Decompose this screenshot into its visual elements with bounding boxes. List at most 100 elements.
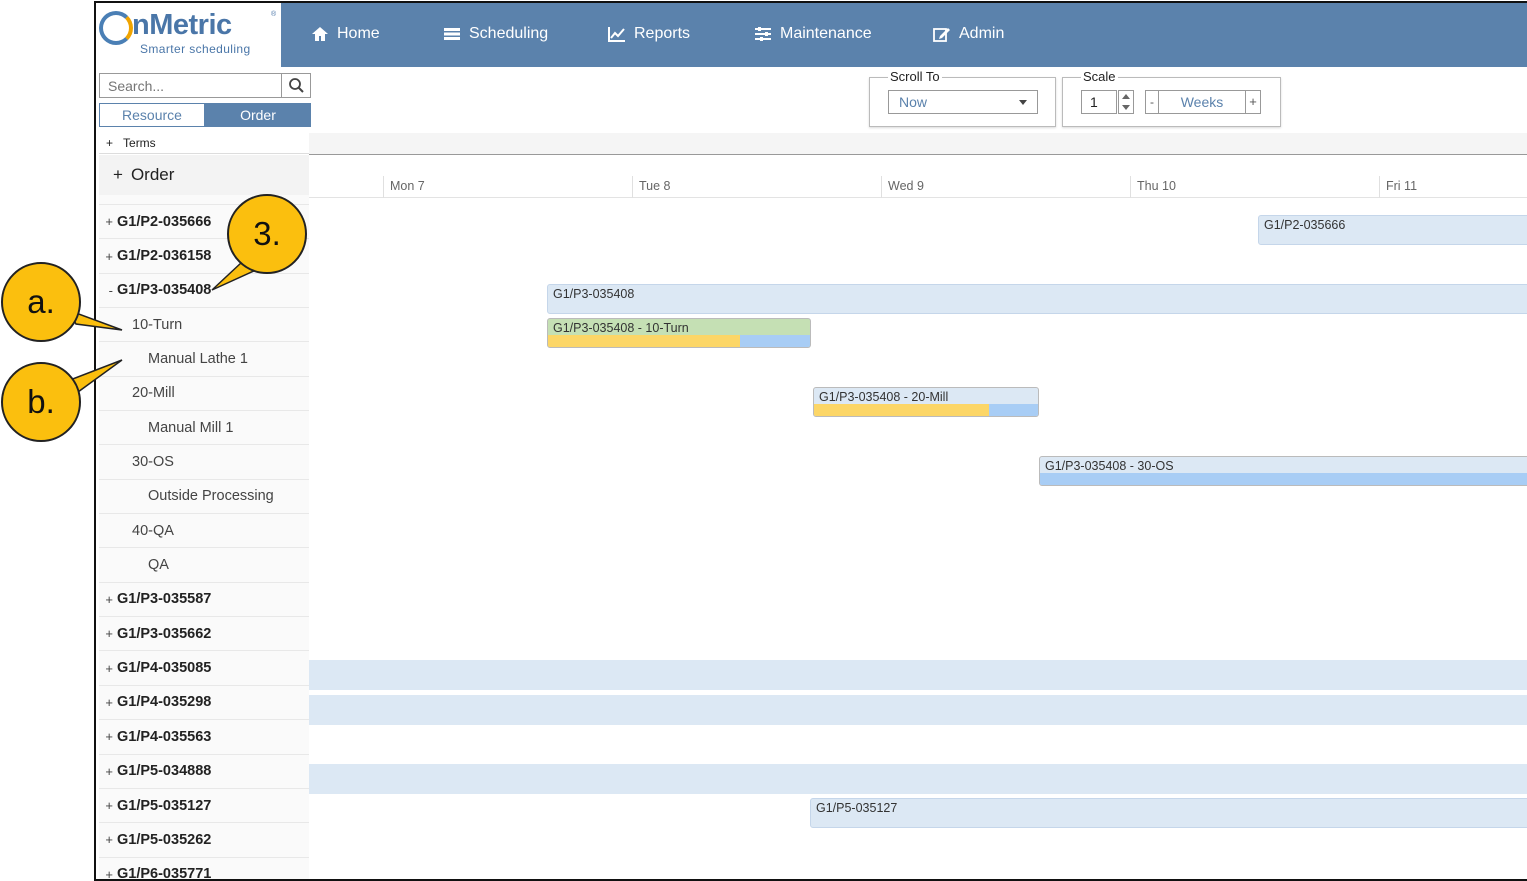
tree-row-label: G1/P4-035563: [117, 728, 212, 745]
gantt-bar-label: G1/P3-035408 - 20-Mill: [819, 390, 949, 404]
expand-plus-icon: +: [113, 165, 123, 184]
scroll-to-value: Now: [899, 94, 928, 110]
brand-reg-mark: ®: [271, 11, 277, 18]
toggle-resource-button[interactable]: Resource: [99, 103, 205, 127]
day-header-tue: Tue 8: [632, 176, 881, 198]
nav-reports[interactable]: Reports: [608, 25, 690, 43]
brand-name: nMetric: [132, 9, 232, 41]
scale-unit-value[interactable]: Weeks: [1159, 90, 1245, 114]
setup-segment: [548, 335, 740, 347]
search-icon: [289, 78, 304, 93]
terms-row[interactable]: + Terms: [99, 132, 309, 154]
chart-icon: [608, 27, 625, 42]
expand-plus-icon[interactable]: +: [99, 729, 117, 744]
app-window: nMetric ® Smarter scheduling Home Schedu…: [94, 1, 1527, 881]
spin-down-icon[interactable]: [1122, 105, 1130, 110]
nav-reports-label: Reports: [634, 25, 691, 42]
tree-row-order[interactable]: + G1/P4-035563: [99, 720, 309, 755]
tree-row-resource[interactable]: Outside Processing: [99, 480, 309, 515]
tree-row-label: Manual Lathe 1: [148, 351, 248, 368]
expand-plus-icon[interactable]: +: [99, 249, 117, 264]
gantt-grid: G1/P2-035666 G1/P3-035408 G1/P3-035408 -…: [309, 198, 1527, 879]
tree-row-order[interactable]: + G1/P3-035587: [99, 583, 309, 618]
expand-plus-icon[interactable]: +: [99, 214, 117, 229]
gantt-bar-operation[interactable]: G1/P3-035408 - 30-OS: [1039, 456, 1527, 486]
terms-label: Terms: [123, 135, 156, 150]
scale-decrease-button[interactable]: -: [1145, 90, 1159, 114]
brand-logo[interactable]: nMetric ® Smarter scheduling: [96, 3, 281, 67]
tree-row-label: 30-OS: [132, 454, 174, 471]
nav-scheduling[interactable]: Scheduling: [443, 25, 548, 43]
callout-a: a.: [1, 262, 81, 342]
tree-row-label: G1/P5-034888: [117, 763, 212, 780]
scroll-to-legend: Scroll To: [888, 69, 942, 84]
tree-row-order[interactable]: + G1/P4-035298: [99, 686, 309, 721]
tree-row-order[interactable]: + G1/P4-035085: [99, 651, 309, 686]
tree-row-label: G1/P3-035662: [117, 625, 212, 642]
nav-home[interactable]: Home: [311, 25, 380, 43]
brand-tagline: Smarter scheduling: [140, 42, 251, 56]
tree-row-order[interactable]: + G1/P5-034888: [99, 755, 309, 789]
nav-home-label: Home: [337, 25, 380, 42]
gantt-bar-label: G1/P3-035408 - 10-Turn: [553, 321, 689, 335]
tree-row-order[interactable]: + G1/P6-035771: [99, 858, 309, 881]
tree-row-order[interactable]: + G1/P5-035262: [99, 823, 309, 858]
scale-group: Scale 1 - Weeks +: [1062, 69, 1281, 127]
tree-row-operation[interactable]: 40-QA: [99, 514, 309, 549]
expand-plus-icon[interactable]: +: [99, 695, 117, 710]
gantt-row-band: [309, 695, 1527, 725]
search-input[interactable]: [100, 74, 282, 97]
expand-plus-icon[interactable]: +: [99, 832, 117, 847]
tree-row-label: G1/P6-035771: [117, 866, 212, 881]
expand-plus-icon[interactable]: +: [99, 661, 117, 676]
nav-maintenance-label: Maintenance: [780, 25, 872, 42]
expand-plus-icon[interactable]: +: [99, 798, 117, 813]
main-navbar: Home Scheduling Reports Maintenance Admi…: [281, 3, 1527, 67]
search-button[interactable]: [282, 74, 310, 97]
gantt-bar-label: G1/P2-035666: [1264, 218, 1346, 232]
tree-row-order[interactable]: - G1/P3-035408: [99, 274, 309, 309]
nav-maintenance[interactable]: Maintenance: [754, 25, 872, 43]
tree-row-resource[interactable]: QA: [99, 548, 309, 583]
nav-admin[interactable]: Admin: [933, 25, 1004, 43]
order-header-label: Order: [130, 165, 175, 184]
timeline-top-band: [309, 133, 1527, 155]
order-tree: + G1/P2-035666 + G1/P2-036158- G1/P3-035408 1…: [99, 195, 309, 881]
gantt-bar-label: G1/P5-035127: [816, 801, 898, 815]
tree-row-label: G1/P5-035262: [117, 831, 212, 848]
run-segment: [740, 335, 810, 347]
tree-row-label: 20-Mill: [132, 385, 175, 402]
scroll-to-group: Scroll To Now: [869, 69, 1056, 127]
order-column-header[interactable]: + Order: [99, 155, 309, 195]
tree-row-operation[interactable]: 20-Mill: [99, 377, 309, 412]
tree-row-label: G1/P4-035298: [117, 694, 212, 711]
expand-plus-icon[interactable]: +: [99, 626, 117, 641]
collapse-minus-icon[interactable]: -: [99, 283, 117, 298]
expand-plus-icon[interactable]: +: [99, 592, 117, 607]
tree-row-operation[interactable]: 30-OS: [99, 445, 309, 480]
gantt-bar-label: G1/P3-035408: [553, 287, 635, 301]
scroll-to-select[interactable]: Now: [888, 90, 1038, 114]
gantt-bar-operation[interactable]: G1/P3-035408 - 10-Turn: [547, 318, 811, 348]
tree-row-order[interactable]: + G1/P3-035662: [99, 617, 309, 652]
tree-row-operation[interactable]: 10-Turn: [99, 308, 309, 343]
tree-row-resource[interactable]: Manual Mill 1: [99, 411, 309, 446]
tree-row-label: G1/P3-035408: [117, 282, 212, 299]
spin-up-icon[interactable]: [1122, 94, 1130, 99]
day-header-fri: Fri 11: [1379, 176, 1527, 198]
logo-ring-icon: [99, 11, 133, 45]
callout-3: 3.: [227, 194, 307, 274]
scale-number-input[interactable]: 1: [1081, 90, 1117, 114]
scale-increase-button[interactable]: +: [1245, 90, 1261, 114]
run-segment: [989, 404, 1038, 416]
expand-plus-icon[interactable]: +: [99, 764, 117, 779]
tree-row-order[interactable]: + G1/P5-035127: [99, 789, 309, 824]
toggle-order-button[interactable]: Order: [205, 103, 311, 127]
scale-spinner[interactable]: [1118, 90, 1134, 114]
tree-row-resource[interactable]: Manual Lathe 1: [99, 342, 309, 377]
gantt-bar-order[interactable]: G1/P5-035127: [810, 798, 1527, 828]
gantt-bar-order[interactable]: G1/P2-035666: [1258, 215, 1527, 245]
expand-plus-icon[interactable]: +: [99, 867, 117, 879]
gantt-bar-operation[interactable]: G1/P3-035408 - 20-Mill: [813, 387, 1039, 417]
gantt-bar-order[interactable]: G1/P3-035408: [547, 284, 1527, 314]
